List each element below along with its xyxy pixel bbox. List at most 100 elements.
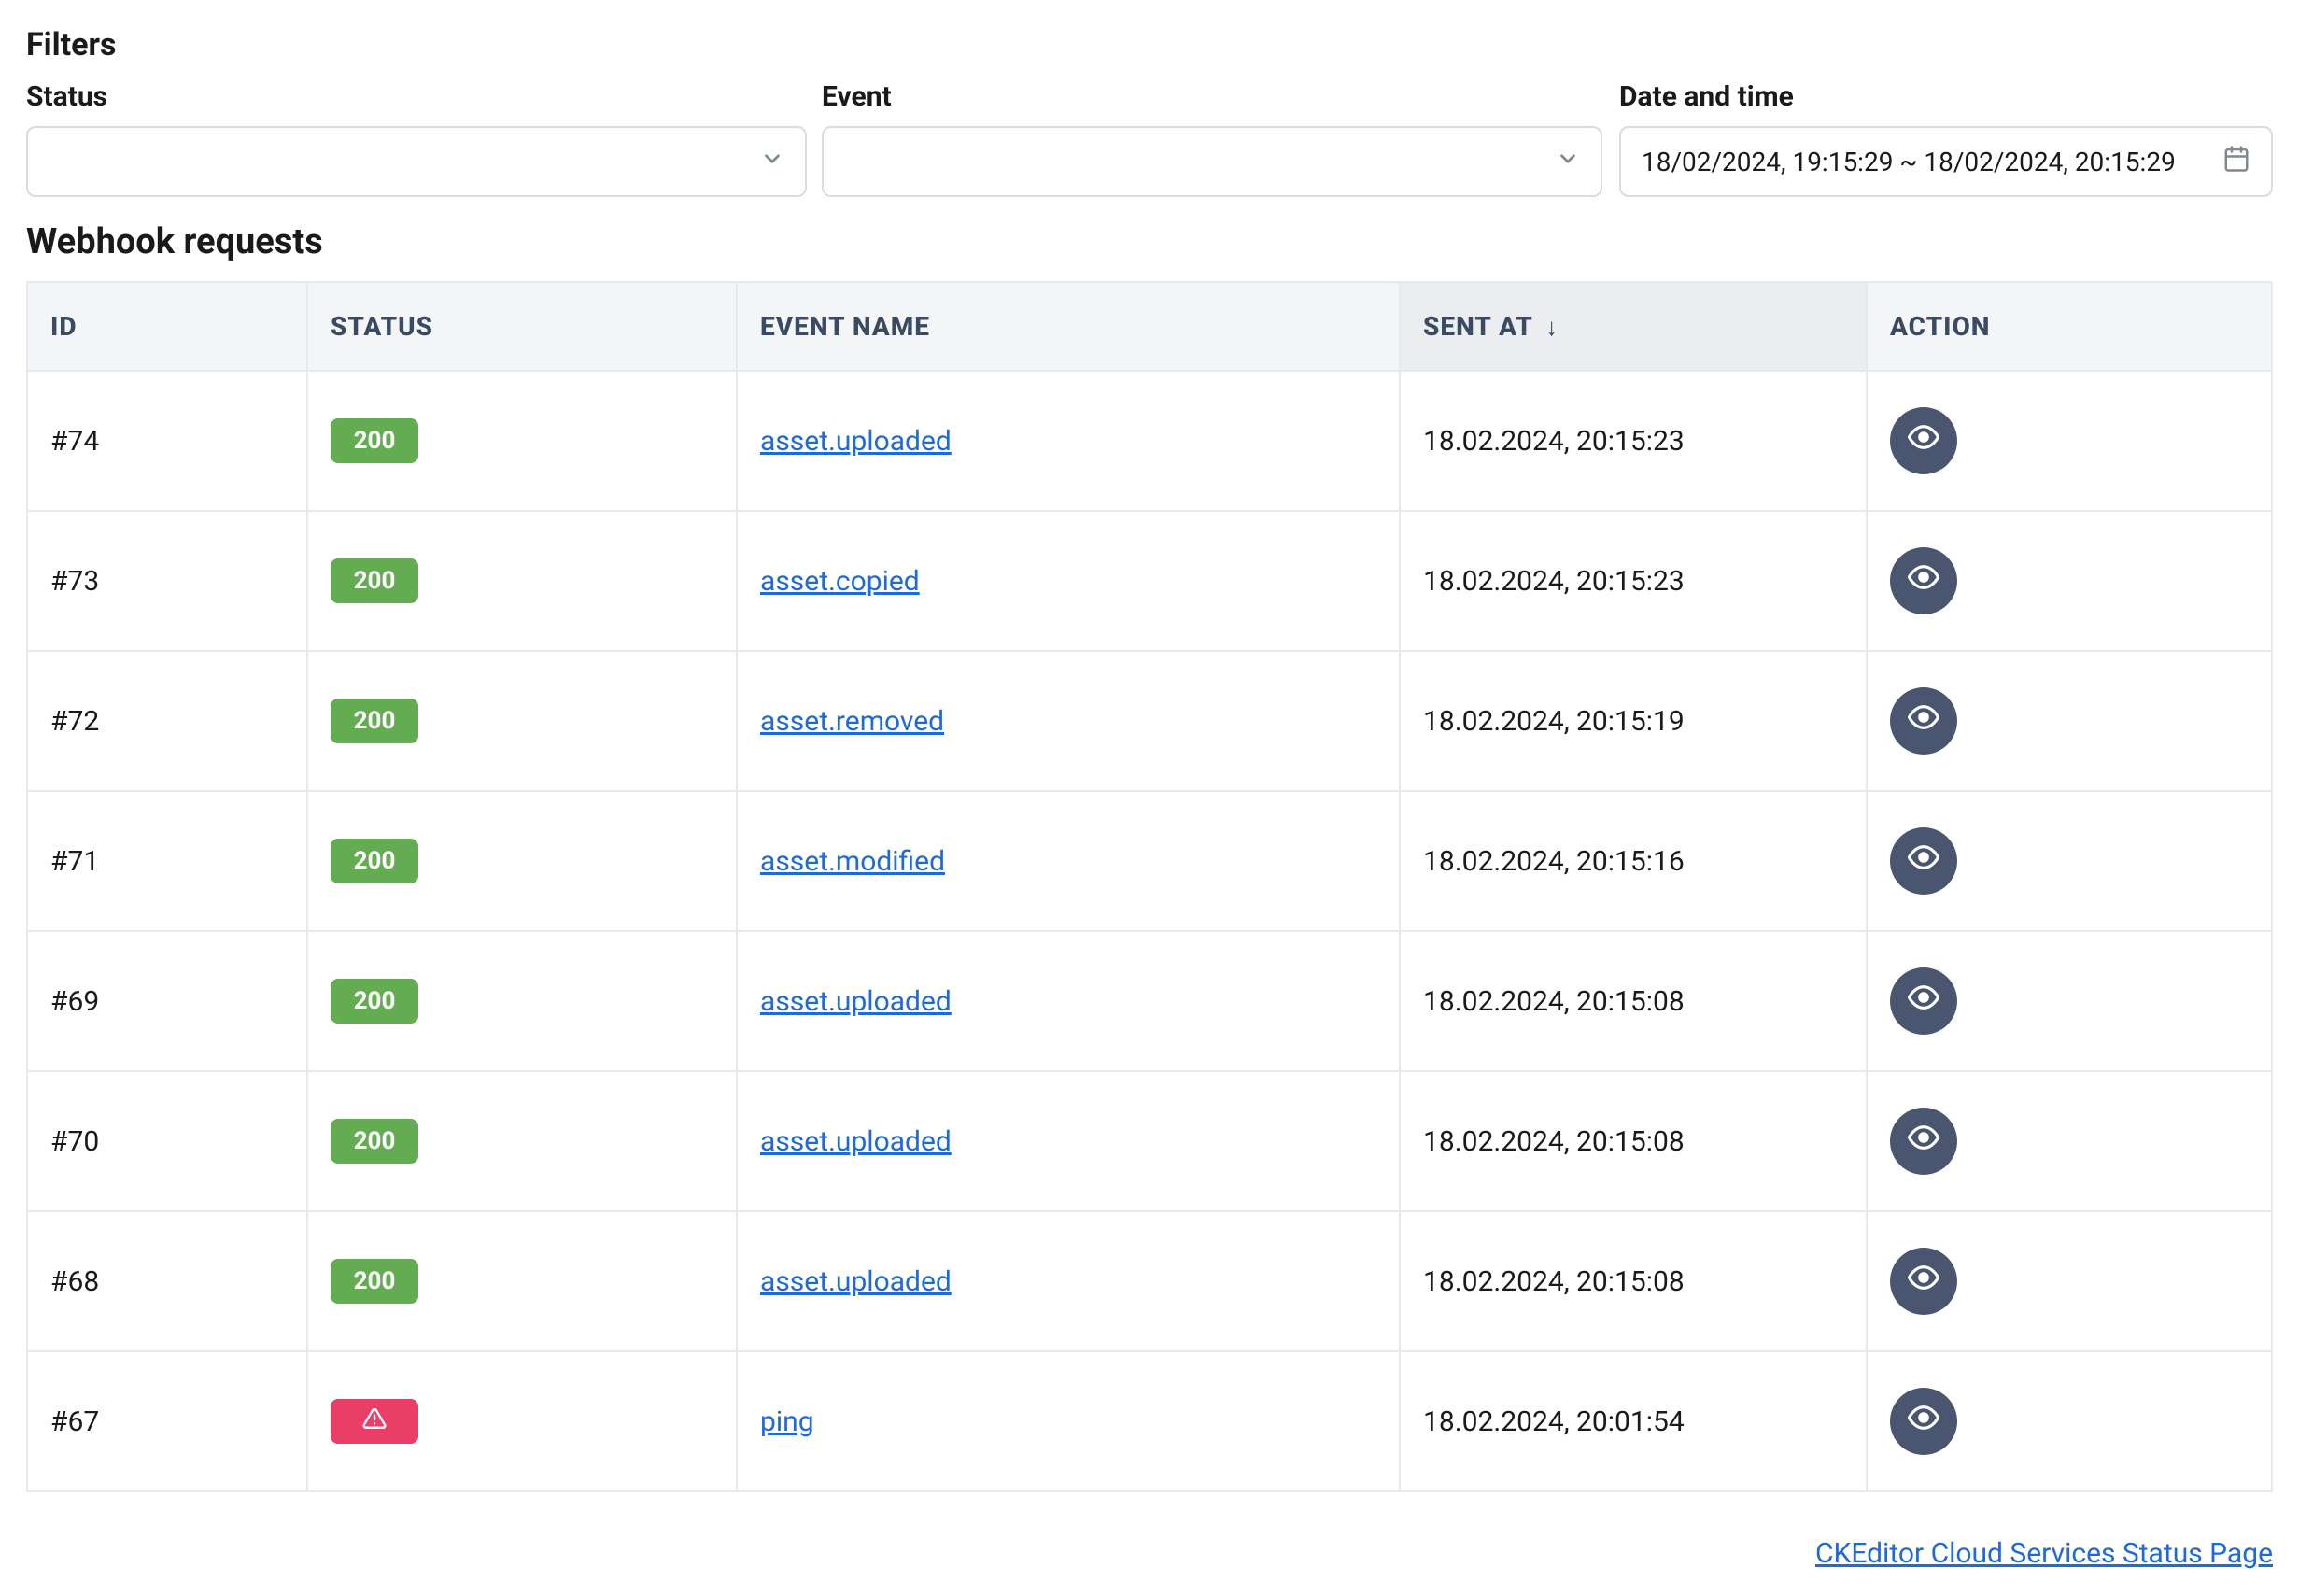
eye-icon <box>1908 982 1939 1021</box>
cell-action <box>1867 931 2272 1071</box>
cell-action <box>1867 651 2272 791</box>
cell-status <box>307 1351 737 1491</box>
column-header-action: ACTION <box>1867 282 2272 371</box>
status-page-link[interactable]: CKEditor Cloud Services Status Page <box>1815 1537 2273 1570</box>
cell-event: ping <box>737 1351 1400 1491</box>
date-range-input[interactable]: 18/02/2024, 19:15:29 ~ 18/02/2024, 20:15… <box>1619 126 2273 197</box>
filter-date-label: Date and time <box>1619 80 2273 113</box>
status-badge-success: 200 <box>331 839 418 883</box>
table-row: #70200 asset.uploaded 18.02.2024, 20:15:08 <box>27 1071 2272 1211</box>
table-row: #71 200 asset.modified 18.02.2024, 20:15:16 <box>27 791 2272 931</box>
view-details-button[interactable] <box>1890 687 1957 755</box>
view-details-button[interactable] <box>1890 1108 1957 1175</box>
table-row: #67 ping 18.02.2024, 20:01:54 <box>27 1351 2272 1491</box>
sort-descending-icon: ↓ <box>1545 314 1559 342</box>
cell-id: #73 <box>27 511 307 651</box>
cell-status: 200 <box>307 791 737 931</box>
cell-action <box>1867 1071 2272 1211</box>
cell-id: #71 <box>27 791 307 931</box>
status-badge-success: 200 <box>331 558 418 603</box>
cell-event: asset.modified <box>737 791 1400 931</box>
cell-sent-at: 18.02.2024, 20:15:08 <box>1400 1211 1867 1351</box>
eye-icon <box>1908 421 1939 460</box>
cell-sent-at: 18.02.2024, 20:15:23 <box>1400 511 1867 651</box>
eye-icon <box>1908 561 1939 600</box>
cell-status: 200 <box>307 371 737 511</box>
view-details-button[interactable] <box>1890 967 1957 1035</box>
eye-icon <box>1908 1122 1939 1161</box>
chevron-down-icon <box>1556 147 1580 177</box>
calendar-icon <box>2222 145 2250 179</box>
column-header-id[interactable]: ID <box>27 282 307 371</box>
event-link[interactable]: asset.copied <box>760 565 920 598</box>
event-link[interactable]: asset.uploaded <box>760 425 952 458</box>
warning-icon <box>362 1406 387 1437</box>
cell-id: #74 <box>27 371 307 511</box>
view-details-button[interactable] <box>1890 547 1957 614</box>
cell-action <box>1867 371 2272 511</box>
status-badge-success: 200 <box>331 418 418 463</box>
filter-event-label: Event <box>822 80 1602 113</box>
cell-event: asset.removed <box>737 651 1400 791</box>
table-row: #74 200 asset.uploaded 18.02.2024, 20:15:23 <box>27 371 2272 511</box>
event-link[interactable]: ping <box>760 1405 814 1438</box>
cell-sent-at: 18.02.2024, 20:15:08 <box>1400 1071 1867 1211</box>
column-header-event[interactable]: EVENT NAME <box>737 282 1400 371</box>
cell-action <box>1867 791 2272 931</box>
event-link[interactable]: asset.removed <box>760 705 944 738</box>
status-badge-error <box>331 1399 418 1444</box>
webhook-requests-heading: Webhook requests <box>26 221 2273 262</box>
filters-heading: Filters <box>26 26 2273 64</box>
cell-status: 200 <box>307 1071 737 1211</box>
status-select[interactable] <box>26 126 807 197</box>
eye-icon <box>1908 701 1939 741</box>
table-row: #68200asset.uploaded18.02.2024, 20:15:08 <box>27 1211 2272 1351</box>
cell-status: 200 <box>307 651 737 791</box>
webhook-requests-table: ID STATUS EVENT NAME SENT AT ↓ ACTION #7… <box>26 281 2273 1492</box>
cell-id: #70 <box>27 1071 307 1211</box>
filter-date-col: Date and time 18/02/2024, 19:15:29 ~ 18/… <box>1619 80 2273 197</box>
column-header-status[interactable]: STATUS <box>307 282 737 371</box>
event-link[interactable]: asset.modified <box>760 845 945 878</box>
cell-event: asset.copied <box>737 511 1400 651</box>
cell-id: #67 <box>27 1351 307 1491</box>
event-link[interactable]: asset.uploaded <box>760 1265 952 1298</box>
view-details-button[interactable] <box>1890 407 1957 474</box>
eye-icon <box>1908 1402 1939 1441</box>
cell-event: asset.uploaded <box>737 371 1400 511</box>
chevron-down-icon <box>760 147 784 177</box>
cell-status: 200 <box>307 1211 737 1351</box>
event-select[interactable] <box>822 126 1602 197</box>
eye-icon <box>1908 841 1939 881</box>
event-link[interactable]: asset.uploaded <box>760 1125 952 1158</box>
cell-event: asset.uploaded <box>737 1071 1400 1211</box>
eye-icon <box>1908 1262 1939 1301</box>
view-details-button[interactable] <box>1890 1388 1957 1455</box>
table-row: #73 200 asset.copied 18.02.2024, 20:15:23 <box>27 511 2272 651</box>
cell-sent-at: 18.02.2024, 20:01:54 <box>1400 1351 1867 1491</box>
cell-status: 200 <box>307 931 737 1071</box>
filters-row: Status Event Date and time 18/02/2024, 1… <box>26 80 2273 197</box>
cell-event: asset.uploaded <box>737 1211 1400 1351</box>
filter-status-col: Status <box>26 80 807 197</box>
table-row: #69200asset.uploaded18.02.2024, 20:15:08 <box>27 931 2272 1071</box>
table-row: #72 200 asset.removed 18.02.2024, 20:15:19 <box>27 651 2272 791</box>
status-badge-success: 200 <box>331 699 418 743</box>
cell-sent-at: 18.02.2024, 20:15:16 <box>1400 791 1867 931</box>
filter-status-label: Status <box>26 80 807 113</box>
column-header-sent-at[interactable]: SENT AT ↓ <box>1400 282 1867 371</box>
status-badge-success: 200 <box>331 1259 418 1304</box>
cell-id: #72 <box>27 651 307 791</box>
event-link[interactable]: asset.uploaded <box>760 985 952 1018</box>
view-details-button[interactable] <box>1890 1248 1957 1315</box>
cell-action <box>1867 1211 2272 1351</box>
cell-sent-at: 18.02.2024, 20:15:23 <box>1400 371 1867 511</box>
filter-event-col: Event <box>822 80 1602 197</box>
cell-status: 200 <box>307 511 737 651</box>
view-details-button[interactable] <box>1890 827 1957 895</box>
date-range-value: 18/02/2024, 19:15:29 ~ 18/02/2024, 20:15… <box>1642 147 2209 177</box>
cell-sent-at: 18.02.2024, 20:15:08 <box>1400 931 1867 1071</box>
cell-event: asset.uploaded <box>737 931 1400 1071</box>
cell-sent-at: 18.02.2024, 20:15:19 <box>1400 651 1867 791</box>
status-badge-success: 200 <box>331 979 418 1024</box>
